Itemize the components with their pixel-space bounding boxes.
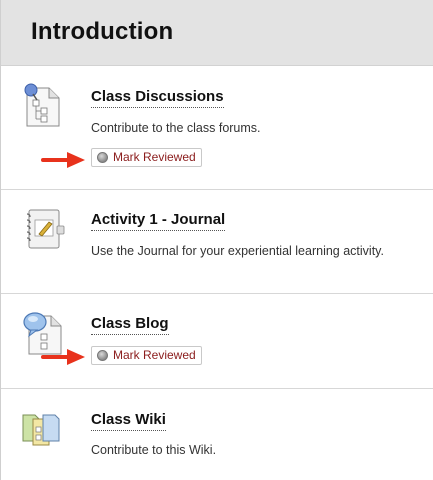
course-section: Introduction Class Discussions Contribut… [0, 0, 433, 480]
activity-description: Contribute to the class forums. [91, 121, 261, 135]
mark-reviewed-label: Mark Reviewed [113, 348, 196, 362]
activity-item-journal: Activity 1 - Journal Use the Journal for… [1, 190, 433, 293]
forum-icon [19, 80, 67, 128]
activity-item-blog: Class Blog Mark Reviewed [1, 294, 433, 388]
radio-icon [97, 152, 108, 163]
activity-title-link[interactable]: Activity 1 - Journal [91, 211, 226, 231]
section-header: Introduction [1, 0, 433, 66]
pointer-arrow-icon [41, 349, 85, 365]
mark-reviewed-button[interactable]: Mark Reviewed [91, 346, 202, 365]
mark-reviewed-button[interactable]: Mark Reviewed [91, 148, 202, 167]
activity-description: Contribute to this Wiki. [91, 443, 217, 457]
pointer-arrow-icon [41, 152, 85, 168]
activity-title-link[interactable]: Class Wiki [91, 411, 166, 431]
activity-title-link[interactable]: Class Blog [91, 315, 169, 335]
wiki-icon [19, 405, 67, 453]
activity-item-wiki: Class Wiki Contribute to this Wiki. [1, 389, 433, 480]
activity-description: Use the Journal for your experiential le… [91, 244, 384, 258]
section-title: Introduction [31, 18, 174, 45]
mark-reviewed-label: Mark Reviewed [113, 150, 196, 164]
journal-icon [19, 204, 67, 252]
activity-title-link[interactable]: Class Discussions [91, 88, 224, 108]
activity-item-discussions: Class Discussions Contribute to the clas… [1, 66, 433, 190]
radio-icon [97, 350, 108, 361]
